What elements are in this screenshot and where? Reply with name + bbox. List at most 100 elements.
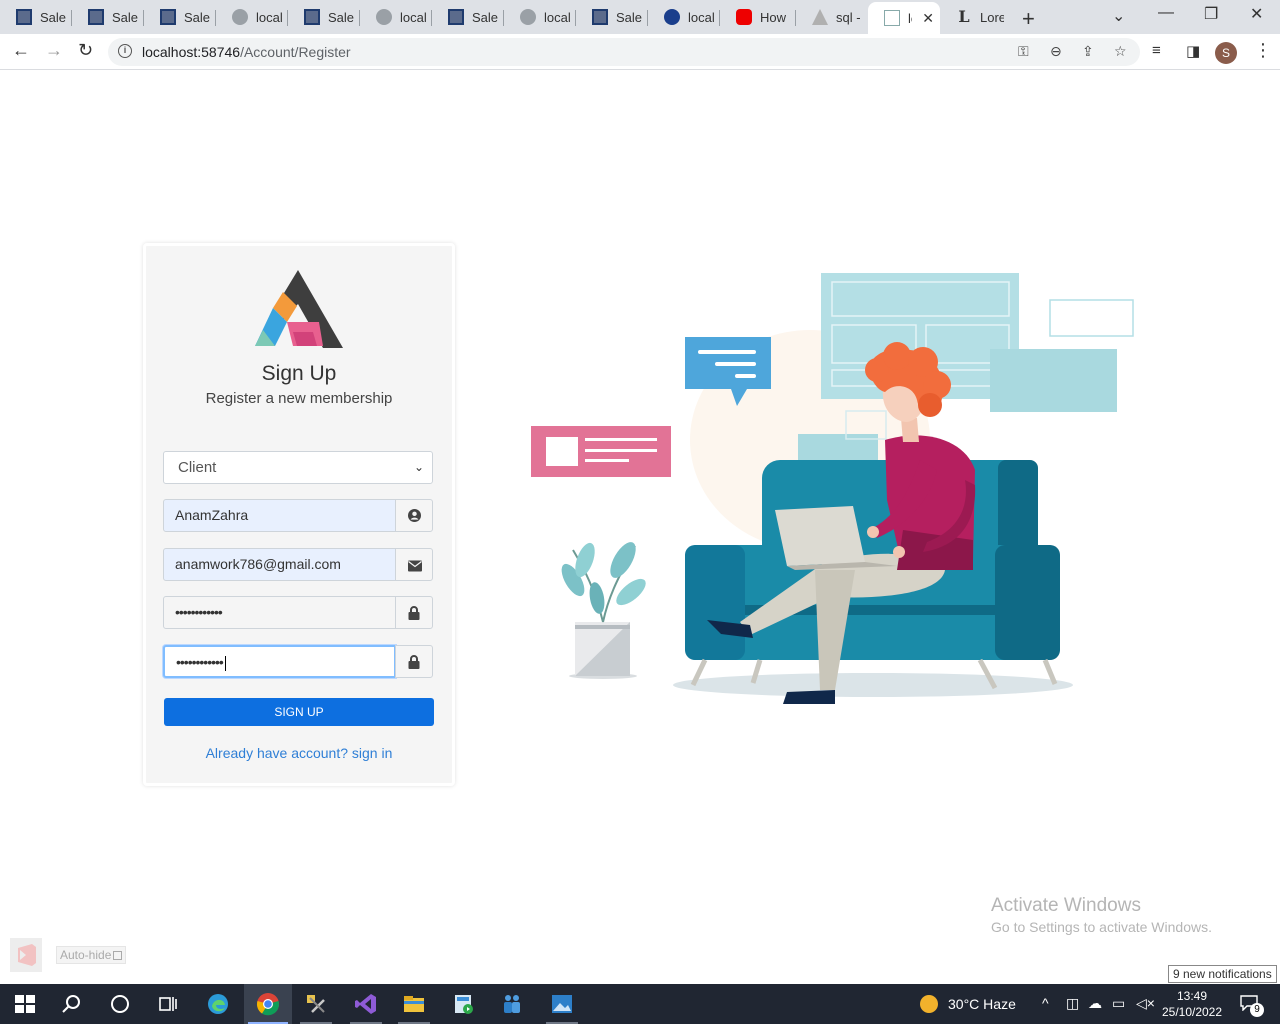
tools-icon[interactable] bbox=[304, 992, 328, 1016]
signin-link[interactable]: Already have account? sign in bbox=[143, 745, 455, 761]
volume-muted-icon[interactable]: ◁× bbox=[1136, 995, 1155, 1012]
teams-icon[interactable] bbox=[500, 992, 524, 1016]
url-text[interactable]: localhost:58746/Account/Register bbox=[142, 44, 351, 60]
share-icon[interactable]: ⇪ bbox=[1082, 43, 1094, 60]
confirm-password-input-group: •••••••••••• bbox=[163, 645, 433, 678]
tab-title: localh bbox=[544, 9, 570, 25]
url-host: localhost:58746 bbox=[142, 44, 241, 60]
onedrive-cloud-icon[interactable]: ☁ bbox=[1088, 995, 1102, 1012]
weather-widget[interactable]: 30°C Haze bbox=[920, 995, 1016, 1013]
tab-localhost-1[interactable]: localh bbox=[216, 4, 288, 30]
envelope-icon bbox=[408, 560, 422, 572]
close-window-button[interactable]: ✕ bbox=[1250, 4, 1263, 24]
role-select[interactable]: Client ⌄ bbox=[163, 451, 433, 484]
lock-icon bbox=[408, 606, 420, 620]
document-icon bbox=[884, 10, 900, 26]
lock-icon bbox=[408, 655, 420, 669]
address-bar[interactable]: i localhost:58746/Account/Register ⚿ ⊖ ⇪… bbox=[108, 38, 1140, 66]
email-input[interactable]: anamwork786@gmail.com bbox=[163, 548, 396, 581]
reload-button[interactable]: ↻ bbox=[78, 40, 93, 61]
minimize-button[interactable]: — bbox=[1158, 4, 1174, 22]
tab-title: localh bbox=[400, 9, 426, 25]
tab-title: Lorem bbox=[980, 9, 1004, 25]
clock-date: 25/10/2022 bbox=[1161, 1005, 1223, 1019]
tab-localhost-2[interactable]: localh bbox=[360, 4, 432, 30]
task-view-icon[interactable] bbox=[156, 992, 180, 1016]
username-input[interactable]: AnamZahra bbox=[163, 499, 396, 532]
confirm-password-input[interactable]: •••••••••••• bbox=[163, 645, 396, 678]
username-addon bbox=[395, 499, 433, 532]
cortana-icon[interactable] bbox=[108, 992, 132, 1016]
browser-toolbar: ← → ↻ i localhost:58746/Account/Register… bbox=[0, 34, 1280, 70]
tab-title: Sales bbox=[328, 9, 354, 25]
back-button[interactable]: ← bbox=[12, 40, 30, 61]
tab-title: localh bbox=[256, 9, 282, 25]
notification-tooltip: 9 new notifications bbox=[1168, 965, 1277, 983]
system-clock[interactable]: 13:49 25/10/2022 bbox=[1160, 988, 1224, 1020]
tab-lorem[interactable]: L Lorem bbox=[940, 4, 1010, 30]
key-icon[interactable]: ⚿ bbox=[1018, 43, 1029, 60]
media-icon[interactable]: ≡ bbox=[1152, 42, 1161, 59]
signup-button[interactable]: SIGN UP bbox=[164, 698, 434, 726]
tab-active-register[interactable]: lo ✕ bbox=[868, 2, 940, 34]
media-app-icon[interactable] bbox=[452, 992, 476, 1016]
edge-icon[interactable] bbox=[206, 992, 230, 1016]
autohide-checkbox[interactable] bbox=[113, 951, 123, 961]
browser-link-widget: Auto-hide bbox=[10, 938, 127, 972]
tab-sales-1[interactable]: Sales bbox=[0, 4, 72, 30]
chrome-icon[interactable] bbox=[256, 992, 280, 1016]
windows-start-icon[interactable] bbox=[13, 992, 37, 1016]
zoom-icon[interactable]: ⊖ bbox=[1050, 43, 1062, 60]
tab-youtube[interactable]: How bbox=[720, 4, 796, 30]
file-explorer-icon[interactable] bbox=[402, 992, 426, 1016]
url-path: /Account/Register bbox=[240, 44, 351, 60]
activate-title: Activate Windows bbox=[991, 895, 1141, 916]
bookmark-star-icon[interactable]: ☆ bbox=[1114, 43, 1127, 60]
tab-localhost-4[interactable]: localh bbox=[648, 4, 720, 30]
menu-kebab-icon[interactable]: ⋮ bbox=[1254, 40, 1272, 61]
tab-title: Sales bbox=[40, 9, 66, 25]
tab-sales-5[interactable]: Sales bbox=[432, 4, 504, 30]
chrome-icon bbox=[664, 9, 680, 25]
close-tab-icon[interactable]: ✕ bbox=[922, 10, 934, 27]
profile-avatar[interactable]: S bbox=[1215, 42, 1237, 64]
tab-localhost-3[interactable]: localh bbox=[504, 4, 576, 30]
side-panel-icon[interactable]: ◨ bbox=[1186, 42, 1200, 60]
tab-sales-6[interactable]: Sales bbox=[576, 4, 648, 30]
restore-button[interactable]: ❐ bbox=[1204, 4, 1218, 24]
network-icon[interactable]: ▭ bbox=[1112, 995, 1125, 1012]
autohide-label: Auto-hide bbox=[60, 948, 112, 962]
search-icon[interactable] bbox=[60, 992, 84, 1016]
visual-studio-badge-icon[interactable] bbox=[10, 938, 42, 972]
new-tab-button[interactable]: + bbox=[1022, 6, 1035, 32]
page-title: Sign Up bbox=[261, 362, 337, 385]
windows-taskbar: 30°C Haze ^ ◫ ☁ ▭ ◁× 13:49 25/10/2022 9 bbox=[0, 984, 1280, 1024]
sql-icon bbox=[812, 9, 828, 25]
tab-sales-3[interactable]: Sales bbox=[144, 4, 216, 30]
email-input-group: anamwork786@gmail.com bbox=[163, 548, 433, 581]
password-input[interactable]: •••••••••••• bbox=[163, 596, 396, 629]
visual-studio-icon[interactable] bbox=[354, 992, 378, 1016]
user-circle-icon bbox=[408, 509, 421, 522]
role-select-value: Client bbox=[178, 459, 217, 476]
meet-now-icon[interactable]: ◫ bbox=[1066, 995, 1079, 1012]
site-info-icon[interactable]: i bbox=[118, 44, 132, 58]
autohide-toggle[interactable]: Auto-hide bbox=[56, 946, 127, 964]
tab-title: Sales bbox=[616, 9, 642, 25]
confirm-password-addon bbox=[395, 645, 433, 678]
weather-text: 30°C Haze bbox=[948, 996, 1016, 1012]
sales-icon bbox=[448, 9, 464, 25]
photos-icon[interactable] bbox=[550, 992, 574, 1016]
forward-button[interactable]: → bbox=[45, 40, 63, 61]
sales-icon bbox=[88, 9, 104, 25]
tab-title: lo bbox=[908, 10, 912, 26]
tab-sql[interactable]: sql - bbox=[796, 4, 868, 30]
tab-sales-2[interactable]: Sales bbox=[72, 4, 144, 30]
tab-search-icon[interactable]: ⌄ bbox=[1112, 6, 1125, 26]
tab-sales-4[interactable]: Sales bbox=[288, 4, 360, 30]
activate-subtitle: Go to Settings to activate Windows. bbox=[991, 919, 1212, 935]
show-hidden-icons-chevron-icon[interactable]: ^ bbox=[1042, 995, 1049, 1011]
action-center-button[interactable]: 9 bbox=[1238, 992, 1264, 1017]
tab-title: Sales bbox=[184, 9, 210, 25]
sales-icon bbox=[304, 9, 320, 25]
